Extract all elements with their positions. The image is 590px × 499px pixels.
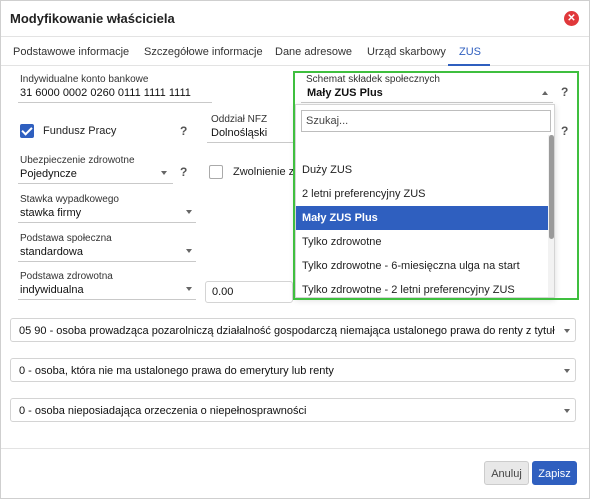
- cancel-button[interactable]: Anuluj: [484, 461, 529, 485]
- podstawa-zdrowotna-label: Podstawa zdrowotna: [20, 271, 113, 282]
- chevron-down-icon: [564, 329, 570, 333]
- prawo-do-emerytury-select[interactable]: 0 - osoba, która nie ma ustalonego prawa…: [10, 358, 576, 382]
- bank-account-field[interactable]: Indywidualne konto bankowe 31 6000 0002 …: [18, 73, 212, 103]
- tab-urzad-skarbowy[interactable]: Urząd skarbowy: [367, 46, 446, 58]
- kod-tytulu-value: 05 90 - osoba prowadząca pozarolniczą dz…: [19, 325, 555, 337]
- prawo-do-emerytury-value: 0 - osoba, która nie ma ustalonego prawa…: [19, 365, 334, 377]
- chevron-down-icon: [564, 369, 570, 373]
- fundusz-pracy-checkbox[interactable]: [20, 124, 34, 138]
- zwolnienie-label: Zwolnienie z: [233, 166, 295, 178]
- dialog-title: Modyfikowanie właściciela: [10, 11, 175, 26]
- tab-podstawowe-informacje[interactable]: Podstawowe informacje: [13, 46, 129, 58]
- nfz-label: Oddział NFZ: [211, 114, 268, 125]
- chevron-down-icon: [186, 287, 192, 291]
- tab-zus[interactable]: ZUS: [459, 46, 481, 58]
- stawka-wypadkowego-value: stawka firmy: [20, 207, 82, 219]
- chevron-down-icon: [161, 171, 167, 175]
- zwolnienie-checkbox[interactable]: [209, 165, 223, 179]
- nfz-select[interactable]: Oddział NFZ Dolnośląski: [207, 113, 293, 143]
- footer-divider: [1, 448, 589, 449]
- chevron-down-icon: [564, 409, 570, 413]
- kwota-input[interactable]: 0.00: [205, 281, 293, 303]
- tab-szczegolowe-informacje[interactable]: Szczegółowe informacje: [144, 46, 263, 58]
- niepelnosprawnosc-value: 0 - osoba nieposiadająca orzeczenia o ni…: [19, 405, 307, 417]
- podstawa-spoleczna-label: Podstawa społeczna: [20, 233, 112, 244]
- ubezpieczenie-label: Ubezpieczenie zdrowotne: [20, 155, 135, 166]
- save-button[interactable]: Zapisz: [532, 461, 577, 485]
- podstawa-zdrowotna-value: indywidualna: [20, 284, 84, 296]
- kod-tytulu-select[interactable]: 05 90 - osoba prowadząca pozarolniczą dz…: [10, 318, 576, 342]
- ubezpieczenie-select[interactable]: Ubezpieczenie zdrowotne Pojedyncze: [18, 154, 173, 184]
- nfz-value: Dolnośląski: [211, 127, 268, 139]
- podstawa-spoleczna-select[interactable]: Podstawa społeczna standardowa: [18, 232, 196, 262]
- modal-dialog: Modyfikowanie właściciela ✕ Podstawowe i…: [0, 0, 590, 499]
- chevron-down-icon: [186, 210, 192, 214]
- active-tab-indicator: [448, 64, 490, 66]
- stawka-wypadkowego-label: Stawka wypadkowego: [20, 194, 119, 205]
- bank-account-label: Indywidualne konto bankowe: [20, 74, 149, 85]
- help-icon-ubezpieczenie[interactable]: ?: [180, 165, 187, 179]
- chevron-down-icon: [186, 249, 192, 253]
- stawka-wypadkowego-select[interactable]: Stawka wypadkowego stawka firmy: [18, 193, 196, 223]
- bank-account-value: 31 6000 0002 0260 0111 1111 1111: [20, 87, 191, 99]
- podstawa-spoleczna-value: standardowa: [20, 246, 83, 258]
- ubezpieczenie-value: Pojedyncze: [20, 168, 77, 180]
- fundusz-pracy-label: Fundusz Pracy: [43, 125, 117, 137]
- highlight-frame: [293, 71, 579, 300]
- niepelnosprawnosc-select[interactable]: 0 - osoba nieposiadająca orzeczenia o ni…: [10, 398, 576, 422]
- tab-bar: Podstawowe informacje Szczegółowe inform…: [1, 38, 589, 66]
- close-icon[interactable]: ✕: [564, 11, 579, 26]
- help-icon-fundusz[interactable]: ?: [180, 124, 187, 138]
- tab-dane-adresowe[interactable]: Dane adresowe: [275, 46, 352, 58]
- kwota-value: 0.00: [212, 286, 234, 298]
- podstawa-zdrowotna-select[interactable]: Podstawa zdrowotna indywidualna: [18, 270, 196, 300]
- dialog-header: Modyfikowanie właściciela ✕: [1, 1, 589, 37]
